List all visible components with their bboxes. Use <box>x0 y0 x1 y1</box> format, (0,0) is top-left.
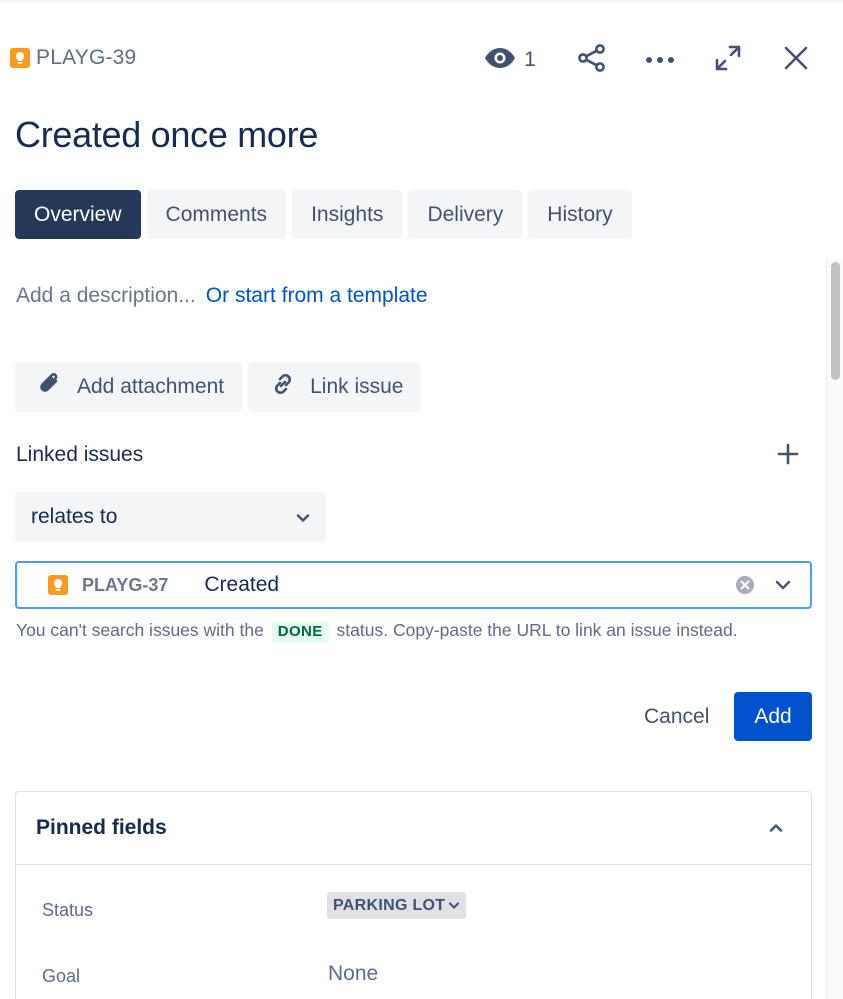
share-icon <box>577 43 607 78</box>
expand-button[interactable] <box>706 40 750 80</box>
helper-text-after: status. Copy-paste the URL to link an is… <box>336 620 738 640</box>
close-button[interactable] <box>774 40 818 80</box>
link-issue-button[interactable]: Link issue <box>248 362 422 412</box>
link-icon <box>268 369 298 405</box>
helper-text-before: You can't search issues with the <box>16 620 264 640</box>
close-icon <box>783 45 809 76</box>
more-horizontal-icon <box>645 51 675 69</box>
chevron-down-icon <box>296 505 310 529</box>
idea-lightbulb-icon <box>48 575 68 595</box>
status-value: PARKING LOT <box>333 896 446 914</box>
search-helper-text: You can't search issues with the DONE st… <box>16 617 806 644</box>
add-linked-issue-button[interactable] <box>772 440 804 472</box>
field-label-goal: Goal <box>42 966 81 986</box>
cancel-button[interactable]: Cancel <box>630 692 723 741</box>
link-type-value: relates to <box>31 505 118 528</box>
plus-icon <box>777 443 799 470</box>
field-row-status: Status PARKING LOT <box>16 892 813 932</box>
more-actions-button[interactable] <box>638 40 682 80</box>
selected-issue-key: PLAYG-37 <box>82 574 169 595</box>
watch-button[interactable]: 1 <box>478 40 542 80</box>
tab-overview[interactable]: Overview <box>15 190 141 239</box>
field-label-status: Status <box>42 900 94 920</box>
paperclip-icon <box>35 369 65 405</box>
chevron-down-icon <box>448 897 460 915</box>
selected-issue-summary: Created <box>204 573 280 596</box>
issue-search-picker[interactable]: PLAYG-37 Created <box>15 561 812 609</box>
description-field[interactable]: Add a description... Or start from a tem… <box>16 284 428 308</box>
tab-delivery[interactable]: Delivery <box>408 190 523 239</box>
pinned-fields-title: Pinned fields <box>36 816 167 839</box>
linked-issues-heading: Linked issues <box>16 443 144 466</box>
goal-value[interactable]: None <box>328 962 378 986</box>
add-attachment-button[interactable]: Add attachment <box>15 362 243 412</box>
tab-insights[interactable]: Insights <box>292 190 403 239</box>
description-placeholder[interactable]: Add a description... <box>16 284 196 308</box>
link-type-select[interactable]: relates to <box>15 492 326 542</box>
top-divider <box>0 0 843 3</box>
tab-history[interactable]: History <box>528 190 632 239</box>
watcher-count: 1 <box>524 48 536 71</box>
pinned-fields-header[interactable]: Pinned fields <box>16 792 811 865</box>
issue-actions: Add attachment Link issue <box>15 362 422 412</box>
pinned-fields-panel: Pinned fields Status PARKING LOT Goal No… <box>15 791 812 999</box>
add-button[interactable]: Add <box>734 692 812 741</box>
add-attachment-label: Add attachment <box>77 375 225 398</box>
clear-selection-icon[interactable] <box>735 575 755 595</box>
status-dropdown[interactable]: PARKING LOT <box>327 892 467 919</box>
done-status-lozenge: DONE <box>271 621 329 643</box>
tab-comments[interactable]: Comments <box>146 190 287 239</box>
tab-bar: Overview Comments Insights Delivery Hist… <box>15 190 632 239</box>
template-link[interactable]: Or start from a template <box>206 284 428 308</box>
scrollbar-thumb[interactable] <box>831 262 840 380</box>
link-issue-label: Link issue <box>310 375 404 398</box>
chevron-down-icon[interactable] <box>773 575 793 595</box>
chevron-up-icon[interactable] <box>761 813 791 843</box>
expand-icon <box>714 44 742 77</box>
issue-title[interactable]: Created once more <box>15 114 318 156</box>
field-row-goal: Goal None <box>16 958 813 998</box>
eye-icon <box>484 47 516 74</box>
share-button[interactable] <box>570 40 614 80</box>
header-actions: 1 <box>0 40 843 80</box>
